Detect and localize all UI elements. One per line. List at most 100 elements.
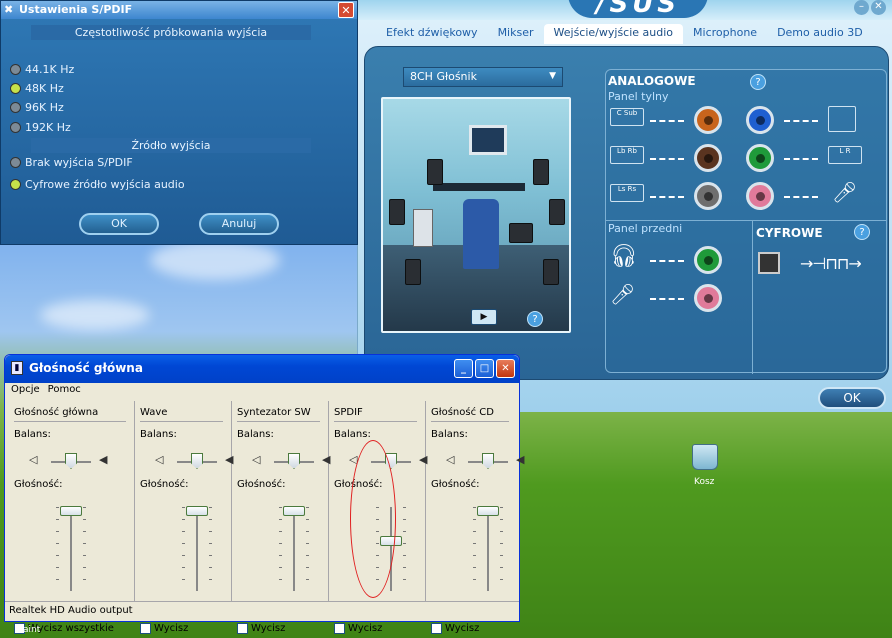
volume-track [487,507,489,591]
source-option-none[interactable]: Brak wyjścia S/PDIF [10,156,133,169]
volume-track [196,507,198,591]
sample-rate-header: Częstotliwość próbkowania wyjścia [31,25,311,40]
balance-label: Balans: [237,429,274,440]
balance-label: Balans: [334,429,371,440]
jack-orange[interactable] [694,106,722,134]
rate-option-192k[interactable]: 192K Hz [10,121,71,134]
balance-slider[interactable] [65,453,77,469]
rate-label: 44.1K Hz [25,63,75,76]
minimize-icon[interactable]: – [854,0,869,15]
play-button[interactable]: ▶ [471,309,497,325]
speaker-icon [533,159,549,185]
tab-3d-demo[interactable]: Demo audio 3D [767,24,873,44]
maximize-icon[interactable]: □ [475,359,494,378]
minimize-icon[interactable]: _ [454,359,473,378]
volume-slider[interactable] [477,506,499,517]
volume-track [70,507,72,591]
mute-checkbox[interactable]: Wycisz [431,623,479,634]
channel-name: Wave [140,407,168,418]
menu-options[interactable]: Opcje [11,384,40,398]
rate-option-48k[interactable]: 48K Hz [10,82,64,95]
speaker-left-icon: ◁ [252,453,261,466]
channel-name: Głośność CD [431,407,494,418]
help-icon[interactable]: ? [527,311,543,327]
source-header: Źródło wyjścia [31,138,311,153]
checkbox-icon [140,623,151,634]
chair-graphic [463,199,499,269]
volume-slider[interactable] [283,506,305,517]
front-lr-icon: L R [828,146,862,164]
volume-control-window: ▮ Głośność główna _ □ ✕ Opcje Pomoc Głoś… [4,354,524,634]
jack-black[interactable] [694,144,722,172]
cable-line [784,120,818,122]
volume-slider[interactable] [186,506,208,517]
tab-microphone[interactable]: Microphone [683,24,767,44]
mute-checkbox[interactable]: Wycisz [140,623,188,634]
jack-blue[interactable] [746,106,774,134]
spdif-ok-button[interactable]: OK [79,213,159,235]
mute-checkbox[interactable]: Wycisz [237,623,285,634]
cable-line [784,158,818,160]
spdif-window-icon: ✖ [4,3,14,16]
help-icon[interactable]: ? [854,224,870,240]
balance-slider[interactable] [288,453,300,469]
speaker-icon [549,199,565,225]
source-option-digital[interactable]: Cyfrowe źródło wyjścia audio [10,178,185,191]
balance-label: Balans: [140,429,177,440]
asus-audio-window: /SUS – ✕ Efekt dźwiękowy Mikser Wejście/w… [357,0,892,412]
spdif-port-icon [758,252,780,274]
radio-icon [10,179,21,190]
jack-green[interactable] [746,144,774,172]
tab-sound-effect[interactable]: Efekt dźwiękowy [376,24,488,44]
source-label: Brak wyjścia S/PDIF [25,156,133,169]
mute-label: Wycisz wszystkie [28,623,114,634]
recycle-bin-icon[interactable] [692,444,718,470]
asus-ok-button[interactable]: OK [818,387,886,409]
rear-lr-icon: Lb Rb [610,146,644,164]
mute-checkbox[interactable]: Wycisz [334,623,382,634]
help-icon[interactable]: ? [750,74,766,90]
panel-divider [752,220,753,374]
rate-option-96k[interactable]: 96K Hz [10,101,64,114]
asus-logo: /SUS [568,0,708,18]
rate-label: 192K Hz [25,121,71,134]
channel-divider [140,421,223,422]
speaker-config-select[interactable]: 8CH Głośnik ▼ [403,67,563,87]
close-icon[interactable]: ✕ [871,0,886,15]
checkbox-icon [237,623,248,634]
asus-window-buttons: – ✕ [852,0,886,15]
center-sub-icon: C Sub [610,108,644,126]
jack-gray[interactable] [694,182,722,210]
recycle-bin-label[interactable]: Kosz [694,477,714,487]
speaker-right-icon: ◀ [516,453,525,466]
front-jack-pink[interactable] [694,284,722,312]
menu-help[interactable]: Pomoc [48,384,81,398]
rate-option-44k[interactable]: 44.1K Hz [10,63,74,76]
jack-pink[interactable] [746,182,774,210]
radio-icon [10,102,21,113]
line-in-icon [828,106,856,132]
speaker-icon [543,259,559,285]
analog-header: ANALOGOWE [608,74,696,88]
checkbox-icon [334,623,345,634]
channel-strip: Wave Balans: ◁ ◀ Głośność: Wycisz [135,401,233,634]
balance-slider[interactable] [191,453,203,469]
balance-label: Balans: [14,429,51,440]
paint-label[interactable]: Paint [18,625,40,635]
volume-label: Głośność: [431,479,480,490]
front-jack-green[interactable] [694,246,722,274]
close-icon[interactable]: ✕ [338,2,354,18]
speaker-right-icon: ◀ [99,453,108,466]
spdif-title-bar: ✖ Ustawienia S/PDIF ✕ [1,1,357,19]
cable-line [650,298,684,300]
close-icon[interactable]: ✕ [496,359,515,378]
spdif-cancel-button[interactable]: Anuluj [199,213,279,235]
channel-strip: Głośność CD Balans: ◁ ◀ Głośność: Wycisz [426,401,524,634]
balance-slider[interactable] [482,453,494,469]
tab-audio-io[interactable]: Wejście/wyjście audio [543,24,684,44]
tab-mixer[interactable]: Mikser [488,24,544,44]
channel-name: Syntezator SW [237,407,311,418]
channel-strips: Głośność główna Balans: ◁ ◀ Głośność: Wy… [9,401,524,634]
volume-slider[interactable] [60,506,82,517]
checkbox-icon [431,623,442,634]
